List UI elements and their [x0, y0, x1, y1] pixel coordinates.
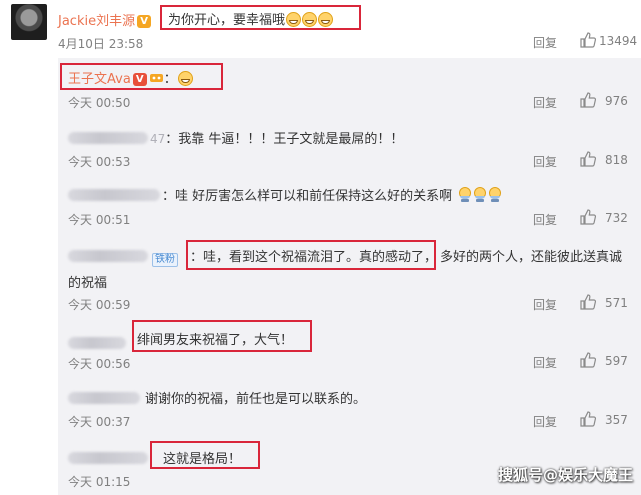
timestamp: 4月10日 23:58 [58, 37, 144, 51]
main-comment-text: 为你开心，要幸福哦 [168, 13, 286, 28]
commenter-name[interactable]: Jackie刘丰源 [58, 14, 135, 29]
like-count: 976 [605, 94, 628, 108]
grin-emoji [302, 12, 318, 27]
like-count: 597 [605, 354, 628, 368]
crown-icon [149, 74, 163, 82]
timestamp: 今天 00:56 [68, 357, 131, 371]
reply-button[interactable]: 回复 [533, 34, 557, 51]
blurred-username [68, 392, 140, 404]
reply-text-continued: 多好的两个人，还能彼此送真诚 [440, 250, 623, 265]
reply-text: 谢谢你的祝福，前任也是可以联系的。 [145, 392, 367, 407]
timestamp: 今天 00:37 [68, 415, 131, 429]
reply-text: ： [163, 72, 177, 87]
like-count: 13494 [599, 34, 638, 48]
main-comment-header: Jackie刘丰源 V [58, 10, 152, 29]
blurred-username [68, 337, 126, 349]
reply-text: ：哇 好厉害怎么样可以和前任保持这么好的关系啊 [162, 189, 453, 204]
reply-body: 47：我靠 牛逼！！！王子文就是最屌的！！ [150, 128, 403, 147]
blurred-username [68, 189, 160, 201]
like-count: 732 [605, 211, 628, 225]
thumb-up-icon[interactable] [580, 411, 596, 427]
reply-text: ：我靠 牛逼！！！王子文就是最屌的！！ [165, 132, 404, 147]
reply-button[interactable]: 回复 [533, 296, 557, 313]
reply-button[interactable]: 回复 [533, 94, 557, 111]
v-badge-icon: V [137, 15, 152, 28]
watermark: 搜狐号@娱乐大魔王 [497, 466, 633, 484]
blurred-username [68, 452, 148, 464]
timestamp: 今天 01:15 [68, 475, 131, 489]
reply-text: 这就是格局！ [163, 452, 242, 467]
timestamp: 今天 00:53 [68, 155, 131, 169]
reply-button[interactable]: 回复 [533, 354, 557, 371]
cry-emoji [459, 187, 472, 202]
reply-button[interactable]: 回复 [533, 413, 557, 430]
grin-emoji [286, 12, 302, 27]
avatar[interactable] [11, 4, 47, 40]
cry-emoji [489, 187, 502, 202]
reply-button[interactable]: 回复 [533, 211, 557, 228]
blurred-username [68, 132, 148, 144]
timestamp: 今天 00:59 [68, 298, 131, 312]
fan-badge: 铁粉 [152, 247, 178, 267]
username-suffix: 47 [150, 132, 166, 146]
like-count: 818 [605, 153, 628, 167]
timestamp: 今天 00:51 [68, 213, 131, 227]
main-comment-text-row: 为你开心，要幸福哦 [168, 9, 334, 28]
thumb-up-icon[interactable] [580, 209, 596, 225]
thumb-up-icon[interactable] [580, 151, 596, 167]
reply-author[interactable]: 王子文Ava [68, 72, 131, 87]
reply-header: 王子文Ava V ： [68, 68, 193, 87]
thumb-up-icon[interactable] [580, 352, 596, 368]
thumb-up-icon[interactable] [580, 92, 596, 108]
reply-text-line2: 的祝福 [68, 276, 108, 291]
cry-emoji [474, 187, 487, 202]
thumb-up-icon[interactable] [580, 294, 596, 310]
like-count: 357 [605, 413, 628, 427]
reply-text: ：哇，看到这个祝福流泪了。真的感动了， [190, 250, 438, 265]
grin-emoji [177, 71, 193, 86]
reply-button[interactable]: 回复 [533, 153, 557, 170]
timestamp: 今天 00:50 [68, 96, 131, 110]
reply-body: ：哇 好厉害怎么样可以和前任保持这么好的关系啊 [162, 185, 502, 204]
reply-text: 绯闻男友来祝福了，大气！ [137, 333, 294, 348]
grin-emoji [318, 12, 334, 27]
blurred-username [68, 250, 148, 262]
v-badge-icon: V [132, 73, 147, 86]
like-count: 571 [605, 296, 628, 310]
thumb-up-icon[interactable] [580, 32, 596, 48]
